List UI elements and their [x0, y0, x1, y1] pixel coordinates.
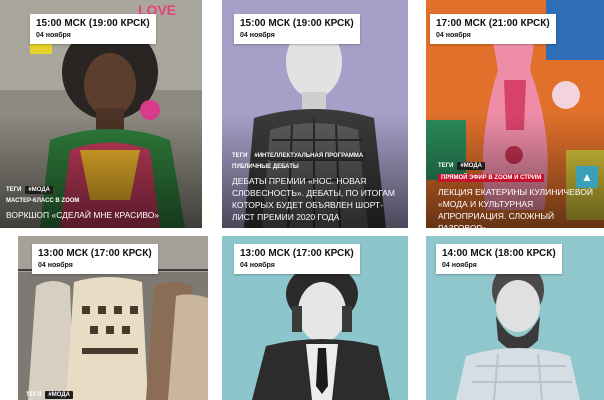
event-category: ПРЯМОЙ ЭФИР В ZOOM И СТРИМ	[438, 174, 545, 182]
event-category: МАСТЕР-КЛАСС В ZOOM	[6, 198, 80, 204]
event-date-box: 13:00 МСК (17:00 КРСК) 04 ноября	[234, 244, 360, 274]
event-tags: ТЕГИ #ИНТЕЛЛЕКТУАЛЬНАЯ ПРОГРАММА	[232, 152, 367, 160]
event-card-sweaters[interactable]: 13:00 МСК (17:00 КРСК) 04 ноября ТЕГИ #М…	[18, 236, 208, 400]
scroll-up-button[interactable]: ▲	[576, 166, 598, 188]
event-day: 04 ноября	[442, 262, 477, 269]
arrow-up-icon: ▲	[581, 170, 593, 184]
event-date-box: 14:00 МСК (18:00 КРСК) 04 ноября	[436, 244, 562, 274]
event-card-dostoevsky[interactable]: 14:00 МСК (18:00 КРСК) 04 ноября	[426, 236, 604, 400]
event-title[interactable]: ЛЕКЦИЯ ЕКАТЕРИНЫ КУЛИНИЧЕВОЙ «МОДА И КУЛ…	[438, 186, 600, 228]
event-time: 13:00 МСК (17:00 КРСК)	[38, 248, 152, 259]
event-day: 04 ноября	[36, 32, 71, 39]
tags-label: ТЕГИ	[232, 153, 248, 159]
events-grid: LOVE 15:00 МСК (19:00 КРСК) 04 ноября ТЕ…	[0, 0, 604, 400]
tag-link[interactable]: #МОДА	[45, 391, 73, 399]
event-time: 15:00 МСК (19:00 КРСК)	[36, 18, 150, 29]
event-time: 13:00 МСК (17:00 КРСК)	[240, 248, 354, 259]
tags-label: ТЕГИ	[6, 187, 22, 193]
tags-label: ТЕГИ	[438, 163, 454, 169]
tag-link[interactable]: #МОДА	[25, 186, 53, 194]
event-time: 14:00 МСК (18:00 КРСК)	[442, 248, 556, 259]
event-card-lecture[interactable]: 17:00 МСК (21:00 КРСК) 04 ноября ТЕГИ #М…	[426, 0, 604, 228]
event-day: 04 ноября	[436, 32, 471, 39]
event-tags: ТЕГИ #МОДА	[26, 391, 73, 399]
event-date-box: 15:00 МСК (19:00 КРСК) 04 ноября	[234, 14, 360, 44]
event-category: ПУБЛИЧНЫЕ ДЕБАТЫ	[232, 164, 299, 170]
event-card-debates[interactable]: 15:00 МСК (19:00 КРСК) 04 ноября ТЕГИ #И…	[222, 0, 408, 228]
tag-link[interactable]: #ИНТЕЛЛЕКТУАЛЬНАЯ ПРОГРАММА	[251, 152, 367, 160]
tag-link[interactable]: #МОДА	[457, 162, 485, 170]
event-date-box: 17:00 МСК (21:00 КРСК) 04 ноября	[430, 14, 556, 44]
event-time: 17:00 МСК (21:00 КРСК)	[436, 18, 550, 29]
event-day: 04 ноября	[240, 262, 275, 269]
event-day: 04 ноября	[38, 262, 73, 269]
event-date-box: 15:00 МСК (19:00 КРСК) 04 ноября	[30, 14, 156, 44]
event-time: 15:00 МСК (19:00 КРСК)	[240, 18, 354, 29]
event-title[interactable]: ДЕБАТЫ ПРЕМИИ «НОС. НОВАЯ СЛОВЕСНОСТЬ». …	[232, 175, 400, 223]
event-card-pushkin[interactable]: 13:00 МСК (17:00 КРСК) 04 ноября	[222, 236, 408, 400]
event-tags: ТЕГИ #МОДА	[6, 186, 53, 194]
event-day: 04 ноября	[240, 32, 275, 39]
event-title[interactable]: ВОРКШОП «СДЕЛАЙ МНЕ КРАСИВО»	[6, 209, 196, 221]
event-date-box: 13:00 МСК (17:00 КРСК) 04 ноября	[32, 244, 158, 274]
tags-label: ТЕГИ	[26, 392, 42, 398]
event-tags: ТЕГИ #МОДА	[438, 162, 485, 170]
event-card-workshop[interactable]: LOVE 15:00 МСК (19:00 КРСК) 04 ноября ТЕ…	[0, 0, 202, 228]
